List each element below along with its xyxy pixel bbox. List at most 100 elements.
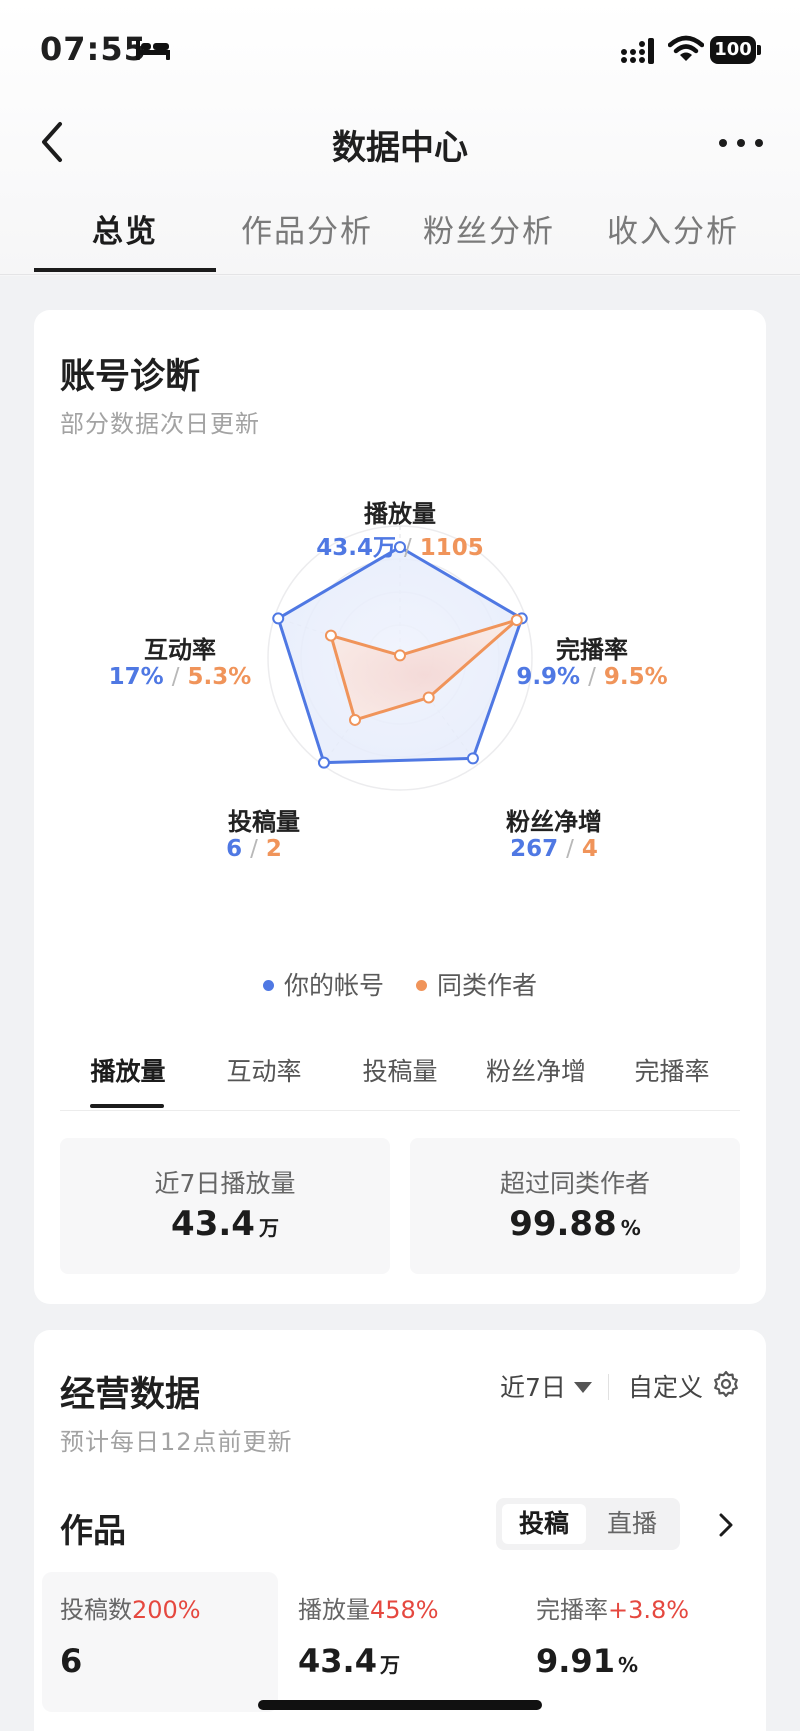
- legend-peer: 同类作者: [415, 966, 537, 1002]
- metric-tab-posts[interactable]: 投稿量: [332, 1052, 468, 1088]
- axis-label-posts: 投稿量: [228, 808, 300, 836]
- metric-tab-bar: 播放量 互动率 投稿量 粉丝净增 完播率: [60, 1052, 740, 1122]
- metric-tab-fans[interactable]: 粉丝净增: [468, 1052, 604, 1088]
- segment-posts[interactable]: 投稿: [502, 1504, 586, 1544]
- kpi-plays-number: 43.4: [298, 1642, 377, 1680]
- top-tab-bar: 总览 作品分析 粉丝分析 收入分析: [0, 206, 800, 276]
- engagement-mine-value: 17%: [108, 664, 164, 690]
- axis-value-plays: 43.4万 / 1105: [300, 528, 500, 562]
- tab-works-analysis[interactable]: 作品分析: [216, 206, 398, 251]
- posts-separator: /: [250, 836, 258, 862]
- radar-point-mine-4: [317, 756, 330, 769]
- completion-peer-value: 9.5%: [603, 664, 668, 690]
- home-indicator: [258, 1700, 542, 1710]
- kpi-posts-value: 6: [60, 1642, 85, 1680]
- engagement-separator: /: [171, 664, 180, 690]
- fans-peer-value: 4: [581, 836, 598, 862]
- legend-mine-dot: [263, 979, 274, 991]
- stat-beat-peers-label: 超过同类作者: [499, 1169, 650, 1198]
- cellular-signal-icon: [621, 38, 654, 64]
- metric-tab-completion[interactable]: 完播率: [604, 1052, 740, 1088]
- stat-7day-plays-value: 43.4 万: [60, 1204, 390, 1244]
- plays-separator: /: [403, 535, 412, 561]
- active-tab-indicator: [34, 268, 216, 272]
- gear-icon[interactable]: [712, 1370, 740, 1398]
- segment-live[interactable]: 直播: [590, 1504, 674, 1544]
- period-dropdown[interactable]: 近7日: [500, 1368, 592, 1404]
- kpi-plays-change: 458%: [370, 1596, 439, 1624]
- page-title: 数据中心: [332, 128, 468, 168]
- radar-point-mine-3: [466, 752, 479, 765]
- tab-divider: [0, 274, 800, 275]
- radar-point-peer-4: [348, 713, 361, 726]
- posts-mine-value: 6: [226, 836, 243, 862]
- axis-label-plays: 播放量: [364, 500, 436, 528]
- status-bar: 07:55 100: [0, 0, 800, 100]
- battery-cap: [757, 45, 761, 55]
- radar-point-peer-2: [510, 614, 523, 627]
- axis-value-fans: 267 / 4: [454, 836, 654, 862]
- period-label: 近7日: [500, 1373, 566, 1402]
- plays-peer-value: 1105: [419, 535, 484, 561]
- radar-point-peer-5: [324, 629, 337, 642]
- battery-indicator: 100: [710, 36, 762, 64]
- kpi-posts-label-row: 投稿数200%: [60, 1590, 201, 1625]
- axis-value-engagement: 17% / 5.3%: [80, 664, 280, 690]
- axis-label-completion: 完播率: [556, 636, 628, 664]
- kpi-completion-number: 9.91: [536, 1642, 615, 1680]
- chevron-right-icon[interactable]: [716, 1510, 736, 1540]
- works-segment-control: 投稿 直播: [496, 1498, 680, 1550]
- kpi-posts-change: 200%: [132, 1596, 201, 1624]
- wifi-icon: [668, 35, 704, 61]
- kpi-completion-change: +3.8%: [608, 1596, 690, 1624]
- caret-down-icon: [573, 1381, 592, 1393]
- more-options-icon[interactable]: [716, 128, 766, 158]
- kpi-plays[interactable]: 播放量458% 43.4 万: [280, 1572, 516, 1712]
- kpi-completion[interactable]: 完播率+3.8% 9.91%: [518, 1572, 754, 1712]
- custom-button[interactable]: 自定义: [628, 1368, 703, 1404]
- works-section-title: 作品: [60, 1511, 126, 1550]
- axis-value-posts: 6 / 2: [154, 836, 354, 862]
- kpi-completion-label: 完播率: [536, 1596, 608, 1624]
- metric-tab-engagement[interactable]: 互动率: [196, 1052, 332, 1088]
- axis-label-fans: 粉丝净增: [506, 808, 602, 836]
- kpi-completion-unit: %: [617, 1653, 638, 1677]
- radar-point-peer-1: [394, 649, 406, 662]
- stat-beat-peers-number: 99.88: [509, 1204, 617, 1244]
- kpi-plays-value: 43.4 万: [298, 1642, 400, 1680]
- radar-point-peer-3: [422, 691, 435, 704]
- sleep-bed-icon: [136, 40, 170, 60]
- axis-value-completion: 9.9% / 9.5%: [492, 664, 692, 690]
- stat-beat-peers-value: 99.88%: [410, 1204, 740, 1244]
- battery-level: 100: [710, 36, 756, 64]
- stat-beat-peers: 超过同类作者 99.88%: [410, 1138, 740, 1274]
- fans-separator: /: [566, 836, 574, 862]
- completion-separator: /: [588, 664, 596, 690]
- stat-7day-plays-number: 43.4: [171, 1204, 255, 1244]
- radar-legend: 你的帐号 同类作者: [34, 966, 766, 1002]
- metric-divider: [60, 1110, 740, 1111]
- kpi-plays-label-row: 播放量458%: [298, 1590, 439, 1625]
- tab-income-analysis[interactable]: 收入分析: [582, 206, 764, 251]
- legend-mine: 你的帐号: [263, 966, 384, 1002]
- status-time: 07:55: [40, 30, 147, 68]
- account-diagnosis-card: 账号诊断 部分数据次日更新 播放量 43.4万 / 1105 完播率 9.9% …: [34, 310, 766, 1304]
- kpi-posts-label: 投稿数: [60, 1596, 132, 1624]
- business-subtitle: 预计每日12点前更新: [60, 1428, 293, 1456]
- stat-7day-plays: 近7日播放量 43.4 万: [60, 1138, 390, 1274]
- legend-mine-label: 你的帐号: [284, 971, 385, 1000]
- posts-peer-value: 2: [265, 836, 282, 862]
- header-divider: [608, 1374, 609, 1400]
- stat-beat-peers-unit: %: [620, 1216, 641, 1240]
- tab-overview[interactable]: 总览: [34, 206, 216, 251]
- tab-fans-analysis[interactable]: 粉丝分析: [398, 206, 580, 251]
- kpi-posts[interactable]: 投稿数200% 6: [42, 1572, 278, 1712]
- kpi-completion-value: 9.91%: [536, 1642, 638, 1680]
- fans-mine-value: 267: [510, 836, 559, 862]
- radar-chart: 播放量 43.4万 / 1105 完播率 9.9% / 9.5% 粉丝净增 26…: [34, 310, 766, 1030]
- engagement-peer-value: 5.3%: [187, 664, 252, 690]
- plays-mine-value: 43.4万: [316, 535, 396, 561]
- stat-7day-plays-unit: 万: [258, 1216, 279, 1240]
- metric-tab-plays[interactable]: 播放量: [60, 1052, 196, 1088]
- legend-peer-label: 同类作者: [436, 971, 537, 1000]
